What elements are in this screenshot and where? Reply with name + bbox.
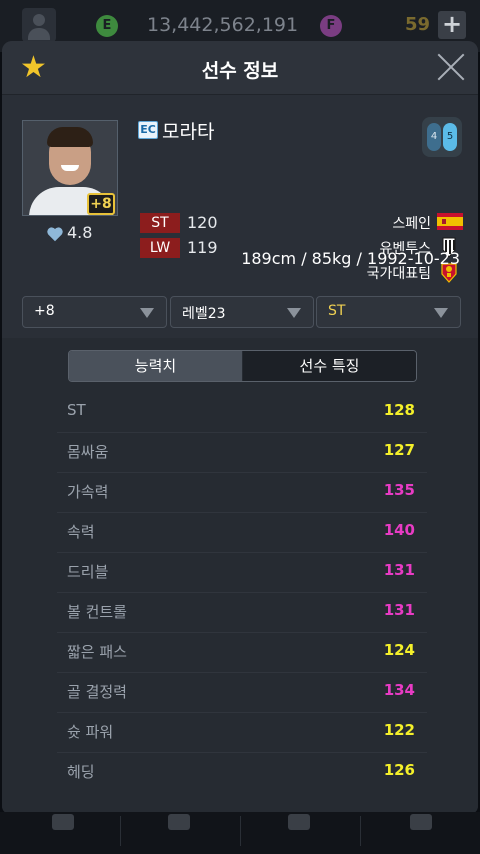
stat-value: 135 xyxy=(383,481,415,499)
stat-row: 몸싸움 127 xyxy=(57,433,427,473)
stat-name: 속력 xyxy=(67,523,95,541)
stat-name: 골 결정력 xyxy=(67,683,127,701)
dropdown-value: +8 xyxy=(34,303,55,319)
enhance-level-dropdown[interactable]: +8 xyxy=(22,296,167,328)
stat-value: 140 xyxy=(383,521,415,539)
spain-flag-icon xyxy=(437,213,463,230)
manager-avatar[interactable] xyxy=(22,8,56,42)
divider xyxy=(120,816,121,846)
stat-name: 슛 파워 xyxy=(67,723,114,741)
stat-row: 짧은 패스 124 xyxy=(57,633,427,673)
tab-abilities[interactable]: 능력치 xyxy=(69,351,242,381)
chevron-down-icon xyxy=(140,308,154,318)
chevron-down-icon xyxy=(434,308,448,318)
selector-row: +8 레벨23 ST xyxy=(2,288,478,340)
player-name: 모라타 xyxy=(162,121,215,143)
divider xyxy=(240,816,241,846)
stat-name: 헤딩 xyxy=(67,763,95,781)
enhance-level-badge: +8 xyxy=(87,193,115,215)
physical-info: 189cm / 85kg / 1992-10-23 xyxy=(241,249,460,268)
nav-icon[interactable] xyxy=(410,814,432,830)
nav-icon[interactable] xyxy=(168,814,190,830)
avatar-head xyxy=(33,14,45,26)
fc-amount: 59 xyxy=(404,14,430,35)
stat-name: 짧은 패스 xyxy=(67,643,127,661)
stat-name: 볼 컨트롤 xyxy=(67,603,127,621)
stat-value: 124 xyxy=(383,641,415,659)
season-badge-icon: EC xyxy=(138,121,158,139)
stat-value: 122 xyxy=(383,721,415,739)
position-ovr: 120 xyxy=(187,213,218,232)
stats-tabs: 능력치 선수 특징 xyxy=(68,350,417,382)
stat-value: 128 xyxy=(383,401,415,419)
position-tag: ST xyxy=(140,213,180,233)
avatar-shoulder xyxy=(28,28,50,40)
stat-row: 골 결정력 134 xyxy=(57,673,427,713)
nav-icon[interactable] xyxy=(52,814,74,830)
right-foot-icon: 5 xyxy=(443,123,457,151)
player-info-modal: ★ 선수 정보 +8 4.8 EC 모라타 ST 120 LW 119 4 5 xyxy=(2,41,478,814)
stat-row: 가속력 135 xyxy=(57,473,427,513)
photo-hair xyxy=(47,127,93,147)
divider xyxy=(360,816,361,846)
tab-player-traits[interactable]: 선수 특징 xyxy=(243,351,416,381)
player-rating: 4.8 xyxy=(67,223,93,242)
stat-name: 드리블 xyxy=(67,563,109,581)
stat-value: 134 xyxy=(383,681,415,699)
modal-header: ★ 선수 정보 xyxy=(2,41,478,95)
stat-row: ST 128 xyxy=(57,393,427,433)
stat-row: 드리블 131 xyxy=(57,553,427,593)
heart-icon xyxy=(47,227,63,242)
position-dropdown[interactable]: ST xyxy=(316,296,461,328)
ep-coin-icon: E xyxy=(96,15,118,37)
modal-title: 선수 정보 xyxy=(201,60,279,82)
player-level-dropdown[interactable]: 레벨23 xyxy=(170,296,314,328)
nationality: 스페인 xyxy=(392,216,431,232)
chevron-down-icon xyxy=(287,308,301,318)
position-ovr: 119 xyxy=(187,238,218,257)
stat-name: ST xyxy=(67,401,86,419)
fc-coin-icon: F xyxy=(320,15,342,37)
search-icon[interactable] xyxy=(288,814,310,830)
ep-amount: 13,442,562,191 xyxy=(147,14,299,36)
left-foot-icon: 4 xyxy=(427,123,441,151)
dropdown-value: 레벨23 xyxy=(182,306,226,322)
stat-name: 가속력 xyxy=(67,483,109,501)
stat-value: 127 xyxy=(383,441,415,459)
add-currency-button[interactable]: + xyxy=(438,11,466,39)
stat-row: 속력 140 xyxy=(57,513,427,553)
foot-rating: 4 5 xyxy=(422,117,462,157)
stat-value: 131 xyxy=(383,601,415,619)
stat-row: 슛 파워 122 xyxy=(57,713,427,753)
stat-value: 131 xyxy=(383,561,415,579)
dropdown-value: ST xyxy=(328,303,346,319)
bottom-nav xyxy=(0,812,480,854)
close-icon[interactable] xyxy=(436,52,466,82)
player-summary: +8 4.8 EC 모라타 ST 120 LW 119 4 5 스페인 유벤투스 xyxy=(2,96,478,296)
stat-value: 126 xyxy=(383,761,415,779)
position-tag: LW xyxy=(140,238,180,258)
stat-name: 몸싸움 xyxy=(67,443,109,461)
stats-section: 능력치 선수 특징 ST 128 몸싸움 127 가속력 135 속력 140 … xyxy=(2,338,478,814)
stat-row: 헤딩 126 xyxy=(57,753,427,793)
stat-row: 볼 컨트롤 131 xyxy=(57,593,427,633)
